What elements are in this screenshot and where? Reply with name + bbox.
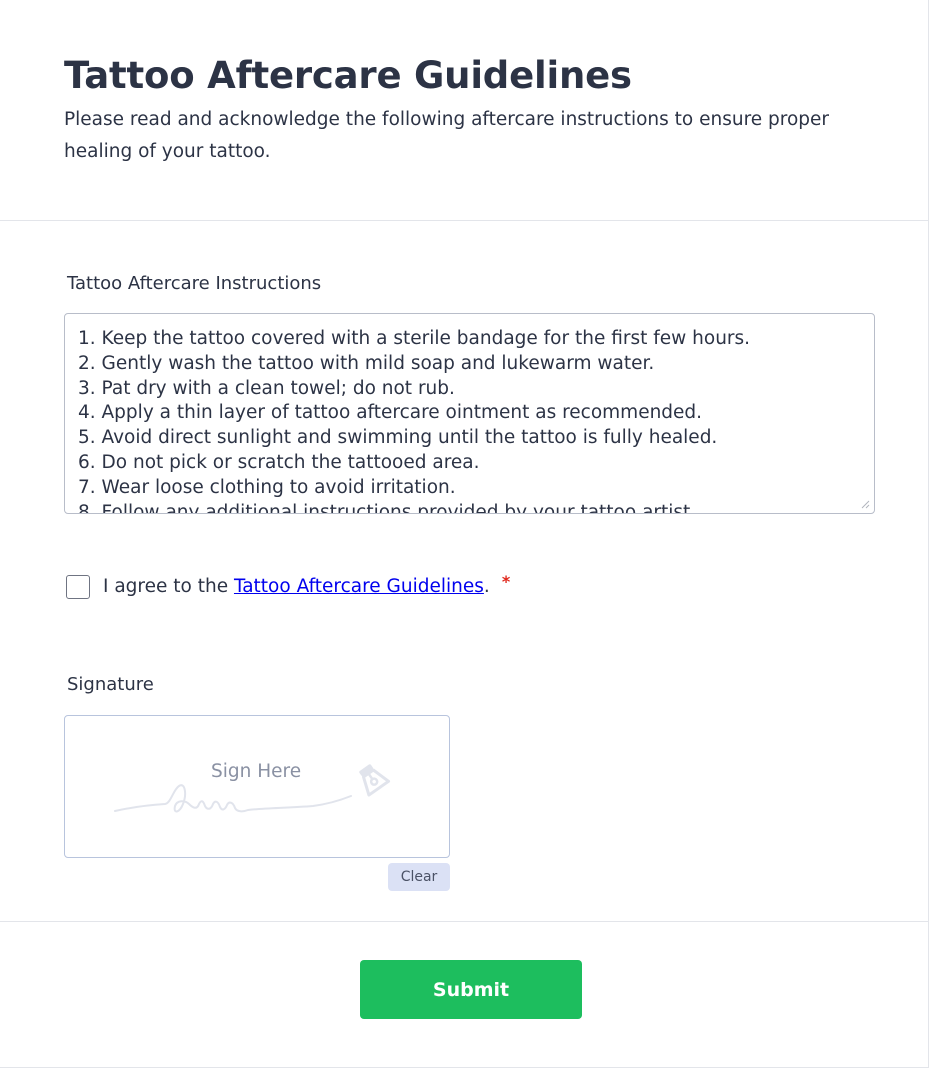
page-subtitle: Please read and acknowledge the followin… (64, 109, 830, 162)
clear-signature-button[interactable]: Clear (388, 863, 450, 891)
pen-nib-icon (359, 764, 391, 797)
signature-label: Signature (67, 674, 154, 695)
signature-pad[interactable]: Sign Here (64, 715, 450, 858)
instruction-line: 2. Gently wash the tattoo with mild soap… (78, 352, 655, 374)
agreement-prefix: I agree to the (103, 576, 234, 597)
instruction-line: 8. Follow any additional instructions pr… (78, 501, 697, 514)
agreement-row: I agree to the Tattoo Aftercare Guidelin… (66, 571, 511, 600)
submit-button[interactable]: Submit (360, 960, 582, 1019)
resize-handle-icon[interactable] (861, 500, 870, 509)
instruction-line: 4. Apply a thin layer of tattoo aftercar… (78, 402, 703, 424)
instructions-textarea[interactable]: 1. Keep the tattoo covered with a steril… (64, 313, 875, 514)
instruction-line: 3. Pat dry with a clean towel; do not ru… (78, 377, 455, 399)
sign-here-placeholder: Sign Here (211, 761, 302, 782)
agreement-text: I agree to the Tattoo Aftercare Guidelin… (103, 574, 490, 600)
footer-divider (0, 921, 929, 922)
instruction-line: 7. Wear loose clothing to avoid irritati… (78, 476, 456, 498)
header-divider (0, 220, 929, 221)
guidelines-link[interactable]: Tattoo Aftercare Guidelines (234, 576, 484, 597)
instructions-label: Tattoo Aftercare Instructions (67, 273, 322, 294)
agreement-suffix: . (483, 576, 490, 597)
instruction-line: 5. Avoid direct sunlight and swimming un… (78, 427, 718, 449)
agree-checkbox[interactable] (66, 575, 90, 599)
instruction-line: 1. Keep the tattoo covered with a steril… (78, 328, 751, 349)
instructions-list: 1. Keep the tattoo covered with a steril… (78, 327, 751, 514)
instruction-line: 6. Do not pick or scratch the tattooed a… (78, 451, 480, 473)
form-header: Tattoo Aftercare Guidelines Please read … (64, 50, 884, 168)
page-title: Tattoo Aftercare Guidelines (64, 54, 632, 97)
required-marker: * (501, 571, 511, 591)
